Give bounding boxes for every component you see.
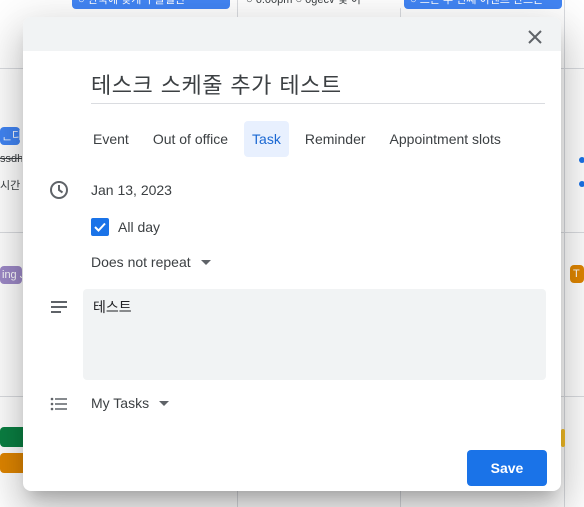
repeat-label: Does not repeat bbox=[91, 254, 191, 270]
date-picker[interactable]: Jan 13, 2023 bbox=[91, 182, 172, 198]
calendar-event-chip[interactable]: ᆫ다른 bbox=[0, 127, 20, 145]
type-tabs: Event Out of office Task Reminder Appoin… bbox=[85, 121, 517, 157]
description-field[interactable]: 테스트 bbox=[83, 289, 546, 380]
dropdown-icon bbox=[159, 400, 170, 406]
event-dot bbox=[579, 181, 584, 187]
calendar-event-chip[interactable]: ○ 6:00pm ○ 0gecv 및 이 bbox=[240, 0, 402, 9]
description-icon bbox=[47, 295, 71, 319]
all-day-checkbox[interactable] bbox=[91, 218, 109, 236]
calendar-event-text[interactable]: 시간 bbox=[0, 177, 22, 193]
all-day-toggle[interactable]: All day bbox=[91, 218, 160, 236]
dialog-drag-bar[interactable] bbox=[23, 17, 561, 51]
dropdown-icon bbox=[200, 259, 211, 265]
tab-appointment-slots[interactable]: Appointment slots bbox=[382, 121, 509, 157]
tab-out-of-office[interactable]: Out of office bbox=[145, 121, 236, 157]
calendar-event-text[interactable]: ssdhe bbox=[0, 153, 22, 165]
repeat-dropdown[interactable]: Does not repeat bbox=[91, 254, 211, 270]
all-day-label: All day bbox=[118, 219, 161, 235]
calendar-event-chip[interactable]: T bbox=[570, 265, 584, 283]
calendar-event-chip[interactable]: ○ 한국에 맞게 구글캘린 bbox=[72, 0, 230, 9]
list-icon bbox=[47, 392, 71, 416]
calendar-event-chip[interactable]: ing J bbox=[0, 266, 22, 284]
check-icon bbox=[94, 222, 106, 232]
save-button[interactable]: Save bbox=[467, 450, 547, 486]
close-button[interactable] bbox=[523, 25, 547, 49]
task-list-dropdown[interactable]: My Tasks bbox=[91, 395, 170, 411]
event-dot bbox=[579, 157, 584, 163]
title-input[interactable]: 테스크 스케줄 추가 테스트 bbox=[91, 71, 545, 104]
close-icon bbox=[528, 30, 542, 44]
calendar-event-chip[interactable]: ○ 드는 두 번째 이벤트 만드는 bbox=[404, 0, 562, 9]
task-dialog: 테스크 스케줄 추가 테스트 Event Out of office Task … bbox=[23, 17, 561, 491]
tab-event[interactable]: Event bbox=[85, 121, 137, 157]
task-list-label: My Tasks bbox=[91, 395, 150, 411]
tab-task[interactable]: Task bbox=[244, 121, 289, 157]
tab-reminder[interactable]: Reminder bbox=[297, 121, 374, 157]
clock-icon bbox=[47, 178, 71, 202]
calendar-event-chip[interactable] bbox=[561, 429, 565, 447]
